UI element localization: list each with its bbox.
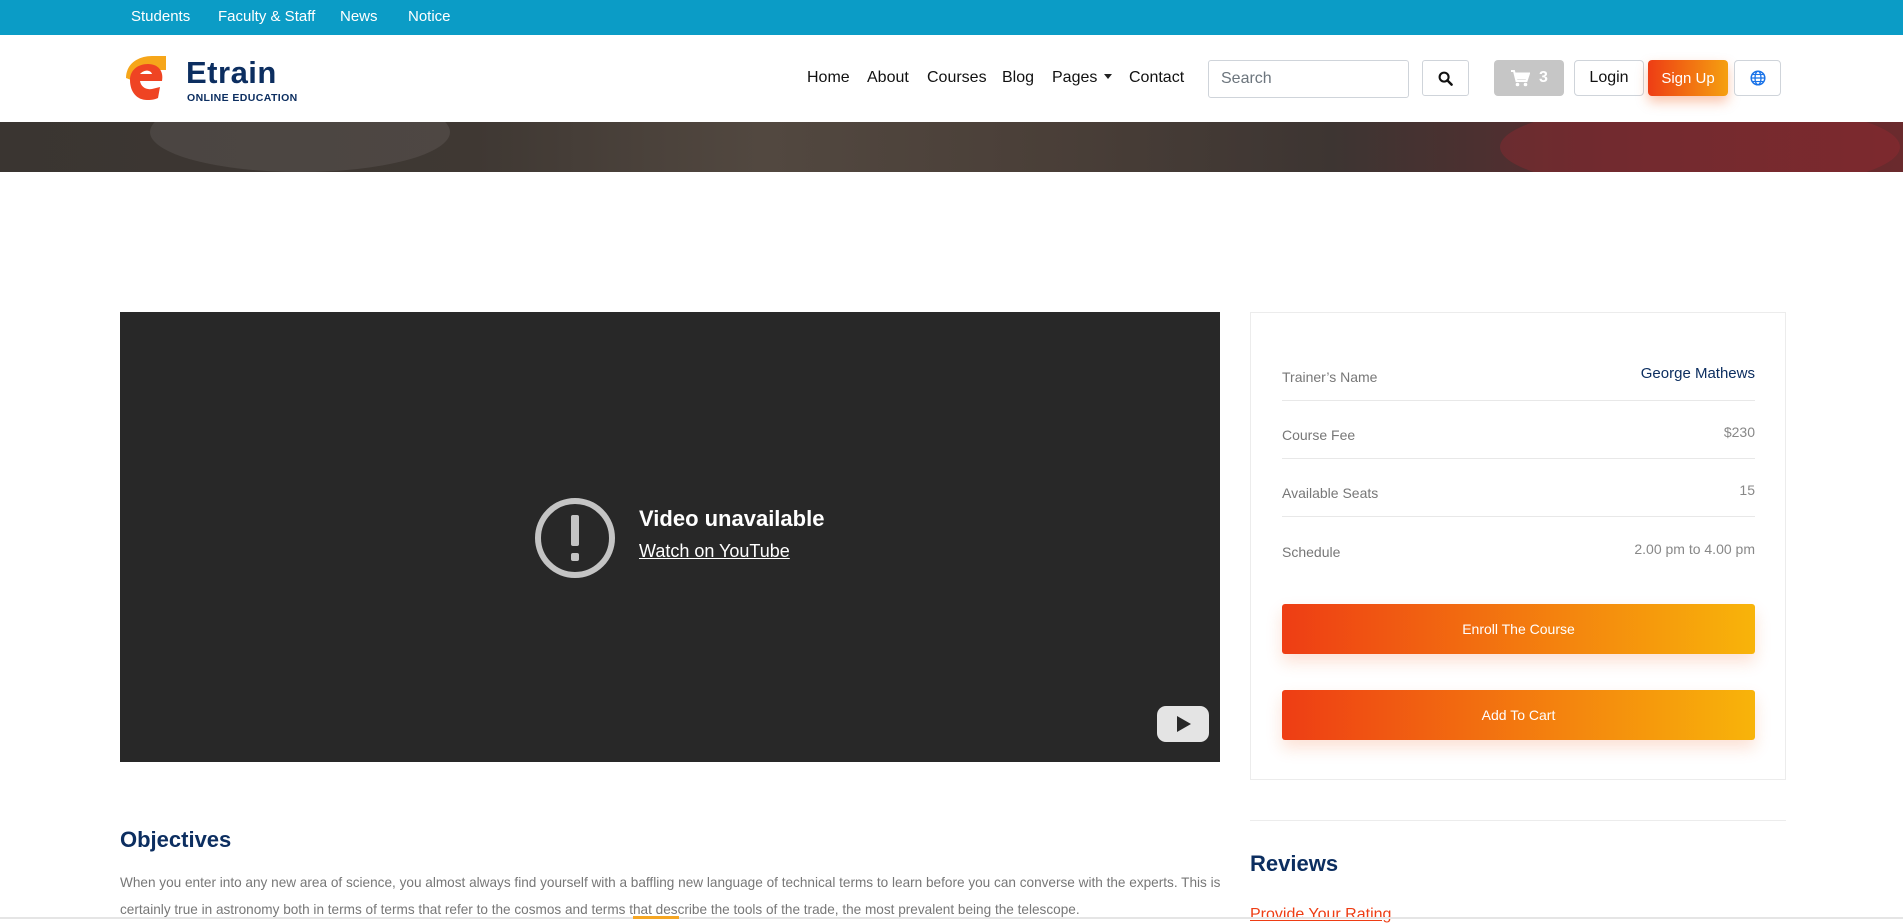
site-logo[interactable]: Etrain ONLINE EDUCATION bbox=[120, 54, 300, 104]
language-button[interactable] bbox=[1734, 60, 1781, 96]
trainer-row: Trainer’s Name George Mathews bbox=[1282, 343, 1755, 401]
video-unavailable-title: Video unavailable bbox=[639, 506, 825, 531]
signup-button[interactable]: Sign Up bbox=[1648, 60, 1728, 96]
course-fee-label: Course Fee bbox=[1282, 427, 1356, 443]
nav-courses[interactable]: Courses bbox=[927, 69, 987, 87]
nav-home[interactable]: Home bbox=[807, 69, 850, 87]
course-info-card: Trainer’s Name George Mathews Course Fee… bbox=[1250, 312, 1786, 780]
schedule-row: Schedule 2.00 pm to 4.00 pm bbox=[1282, 517, 1755, 575]
trainer-label: Trainer’s Name bbox=[1282, 369, 1378, 385]
warning-icon bbox=[535, 498, 615, 578]
course-video-player[interactable]: Video unavailable Watch on YouTube bbox=[120, 312, 1220, 762]
youtube-logo-icon[interactable] bbox=[1157, 706, 1209, 742]
login-button[interactable]: Login bbox=[1574, 60, 1644, 96]
schedule-label: Schedule bbox=[1282, 544, 1341, 560]
cart-count: 3 bbox=[1539, 69, 1548, 86]
topbar-link-students[interactable]: Students bbox=[131, 8, 190, 25]
enroll-course-button[interactable]: Enroll The Course bbox=[1282, 604, 1755, 654]
nav-pages-dropdown[interactable]: Pages bbox=[1052, 69, 1113, 87]
topbar-link-notice[interactable]: Notice bbox=[408, 8, 451, 25]
topbar-link-news[interactable]: News bbox=[340, 8, 378, 25]
objectives-text: When you enter into any new area of scie… bbox=[120, 875, 1221, 917]
logo-mark-icon bbox=[126, 56, 166, 100]
available-seats-value: 15 bbox=[1739, 482, 1755, 498]
add-to-cart-button[interactable]: Add To Cart bbox=[1282, 690, 1755, 740]
course-fee-row: Course Fee $230 bbox=[1282, 401, 1755, 459]
search-input[interactable] bbox=[1208, 60, 1409, 98]
top-bar: Students Faculty & Staff News Notice bbox=[0, 0, 1903, 35]
chevron-down-icon bbox=[1104, 74, 1113, 80]
nav-about[interactable]: About bbox=[867, 69, 909, 87]
search-button[interactable] bbox=[1422, 60, 1469, 96]
nav-blog[interactable]: Blog bbox=[1002, 69, 1034, 87]
nav-contact[interactable]: Contact bbox=[1129, 69, 1184, 87]
objectives-heading: Objectives bbox=[120, 827, 232, 852]
cart-icon bbox=[1511, 69, 1531, 86]
schedule-value: 2.00 pm to 4.00 pm bbox=[1634, 541, 1755, 557]
reviews-heading: Reviews bbox=[1250, 851, 1339, 876]
available-seats-label: Available Seats bbox=[1282, 485, 1379, 501]
topbar-link-faculty-staff[interactable]: Faculty & Staff bbox=[218, 8, 315, 25]
banner-highlight bbox=[1500, 122, 1900, 172]
globe-icon bbox=[1749, 70, 1766, 86]
trainer-name[interactable]: George Mathews bbox=[1641, 365, 1755, 382]
provide-rating-link[interactable]: Provide Your Rating bbox=[1250, 906, 1391, 924]
search-icon bbox=[1438, 71, 1453, 86]
main-header: Etrain ONLINE EDUCATION Home About Cours… bbox=[0, 35, 1903, 122]
course-fee-value: $230 bbox=[1723, 424, 1755, 440]
logo-name: Etrain bbox=[186, 55, 277, 90]
sidebar-divider bbox=[1250, 820, 1786, 821]
banner-highlight bbox=[150, 122, 450, 172]
logo-tagline: ONLINE EDUCATION bbox=[187, 92, 298, 104]
watch-on-youtube-link[interactable]: Watch on YouTube bbox=[639, 541, 790, 562]
cart-button[interactable]: 3 bbox=[1494, 60, 1564, 96]
nav-pages-label: Pages bbox=[1052, 69, 1098, 86]
available-seats-row: Available Seats 15 bbox=[1282, 459, 1755, 517]
hero-banner-image bbox=[0, 122, 1903, 172]
